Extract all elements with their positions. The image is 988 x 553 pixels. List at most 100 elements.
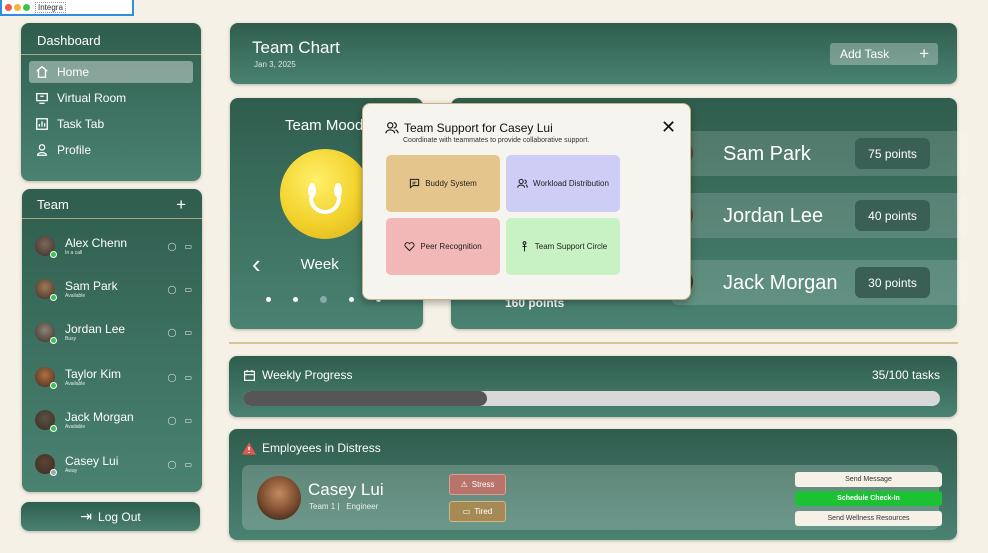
- users-icon: [385, 122, 399, 134]
- nav-item-home[interactable]: Home: [29, 61, 193, 83]
- chat-icon: [410, 178, 420, 189]
- tired-tag: ▭ Tired: [449, 501, 506, 522]
- team-support-modal: Team Support for Casey Lui Coordinate wi…: [362, 103, 691, 300]
- send-message-button[interactable]: Send Message: [795, 472, 942, 487]
- status-dot-icon: [50, 469, 57, 476]
- leaderboard-name: Sam Park: [723, 143, 811, 165]
- add-task-button[interactable]: Add Task +: [830, 43, 938, 65]
- page-title: Team Chart: [252, 38, 340, 57]
- minimize-window-icon[interactable]: [14, 3, 21, 11]
- points-badge: 75 points: [855, 138, 930, 169]
- warning-icon: [242, 441, 256, 455]
- page-dot[interactable]: [293, 297, 298, 302]
- workload-distribution-option[interactable]: Workload Distribution: [506, 155, 620, 212]
- mood-title: Team Mood: [285, 117, 364, 134]
- team-title: Team: [37, 197, 69, 212]
- member-status: Busy: [65, 335, 77, 342]
- home-icon: [36, 65, 48, 78]
- peer-recognition-option[interactable]: Peer Recognition: [386, 218, 500, 275]
- close-icon[interactable]: ✕: [661, 118, 676, 136]
- chat-icon[interactable]: ◯: [167, 242, 176, 251]
- warning-icon: ⚠: [460, 480, 468, 489]
- modal-title: Team Support for Casey Lui: [404, 121, 553, 135]
- avatar: [35, 367, 57, 389]
- avatar: [35, 454, 57, 476]
- nav-title: Dashboard: [21, 23, 201, 55]
- distress-employee-row: Casey Lui Team 1 | Engineer ⚠ Stress ▭ Tir…: [242, 465, 942, 530]
- leaderboard-name: Jordan Lee: [723, 205, 824, 227]
- heart-icon: [404, 242, 415, 252]
- team-member-row[interactable]: Taylor Kim Available ◯ ▭: [35, 362, 192, 392]
- page-dot[interactable]: [266, 297, 271, 302]
- video-icon[interactable]: ▭: [184, 416, 192, 425]
- prev-period-button[interactable]: ‹: [252, 251, 261, 277]
- member-status: Available: [65, 292, 86, 299]
- progress-count: 35/100 tasks: [871, 368, 940, 382]
- member-name: Sam Park: [65, 278, 118, 293]
- team-member-row[interactable]: Alex Chenn In a call ◯ ▭: [35, 231, 192, 261]
- video-icon[interactable]: ▭: [184, 285, 192, 294]
- member-name: Jack Morgan: [65, 409, 134, 424]
- team-member-row[interactable]: Casey Lui Away ◯ ▭: [35, 449, 192, 479]
- member-name: Alex Chenn: [65, 235, 128, 250]
- status-dot-icon: [50, 382, 57, 389]
- nav-item-profile[interactable]: Profile: [29, 139, 193, 161]
- section-divider: [229, 342, 958, 344]
- nav-item-virtual-room[interactable]: Virtual Room: [29, 87, 193, 109]
- member-name: Casey Lui: [65, 453, 119, 468]
- leaderboard-row: Sam Park 75 points: [665, 131, 968, 176]
- person-icon: [522, 241, 527, 252]
- leaderboard-row: Jack Morgan 30 points: [665, 260, 968, 305]
- mood-period: Week: [300, 255, 339, 273]
- stress-tag: ⚠ Stress: [449, 474, 506, 495]
- page-dot[interactable]: [349, 297, 354, 302]
- maximize-window-icon[interactable]: [23, 3, 30, 11]
- weekly-progress-card: Weekly Progress 35/100 tasks: [229, 356, 957, 417]
- page-date: Jan 3, 2025: [254, 60, 296, 69]
- team-support-circle-option[interactable]: Team Support Circle: [506, 218, 620, 275]
- team-member-row[interactable]: Sam Park Available ◯ ▭: [35, 274, 192, 304]
- page-dot[interactable]: [320, 296, 327, 303]
- users-icon: [517, 178, 528, 188]
- leaderboard-row: Jordan Lee 40 points: [665, 193, 968, 238]
- progress-bar-fill: [243, 391, 487, 406]
- avatar: [35, 322, 57, 344]
- chat-icon[interactable]: ◯: [167, 373, 176, 382]
- team-member-row[interactable]: Jordan Lee Busy ◯ ▭: [35, 317, 192, 347]
- progress-bar: [243, 391, 940, 406]
- points-badge: 40 points: [855, 200, 930, 231]
- logout-button[interactable]: ⇥ Log Out: [21, 502, 200, 531]
- status-dot-icon: [50, 425, 57, 432]
- chat-icon[interactable]: ◯: [167, 460, 176, 469]
- member-status: Available: [65, 423, 86, 430]
- progress-title: Weekly Progress: [262, 368, 353, 382]
- chart-icon: [36, 118, 48, 130]
- user-icon: [36, 144, 48, 156]
- send-wellness-resources-button[interactable]: Send Wellness Resources: [795, 511, 942, 526]
- avatar: [35, 410, 57, 432]
- window-chrome: Integra: [0, 0, 134, 16]
- nav-item-task-tab[interactable]: Task Tab: [29, 113, 193, 135]
- distress-card: Employees in Distress Casey Lui Team 1 |…: [229, 429, 957, 540]
- schedule-check-in-button[interactable]: Schedule Check-In: [795, 491, 942, 506]
- video-icon[interactable]: ▭: [184, 328, 192, 337]
- video-icon[interactable]: ▭: [184, 242, 192, 251]
- member-status: Away: [65, 467, 78, 474]
- chat-icon[interactable]: ◯: [167, 328, 176, 337]
- smiley-icon: [280, 149, 370, 239]
- status-dot-icon: [50, 294, 57, 301]
- team-member-row[interactable]: Jack Morgan Available ◯ ▭: [35, 405, 192, 435]
- chat-icon[interactable]: ◯: [167, 416, 176, 425]
- calendar-icon: [244, 369, 255, 381]
- logout-icon: ⇥: [80, 508, 93, 524]
- video-icon[interactable]: ▭: [184, 373, 192, 382]
- buddy-system-option[interactable]: Buddy System: [386, 155, 500, 212]
- chat-icon[interactable]: ◯: [167, 285, 176, 294]
- video-icon[interactable]: ▭: [184, 460, 192, 469]
- distress-title: Employees in Distress: [262, 441, 381, 455]
- modal-subtitle: Coordinate with teammates to provide col…: [403, 137, 590, 144]
- points-badge: 30 points: [855, 267, 930, 298]
- add-member-button[interactable]: +: [176, 196, 186, 213]
- close-window-icon[interactable]: [5, 3, 12, 11]
- plus-icon: +: [919, 44, 929, 63]
